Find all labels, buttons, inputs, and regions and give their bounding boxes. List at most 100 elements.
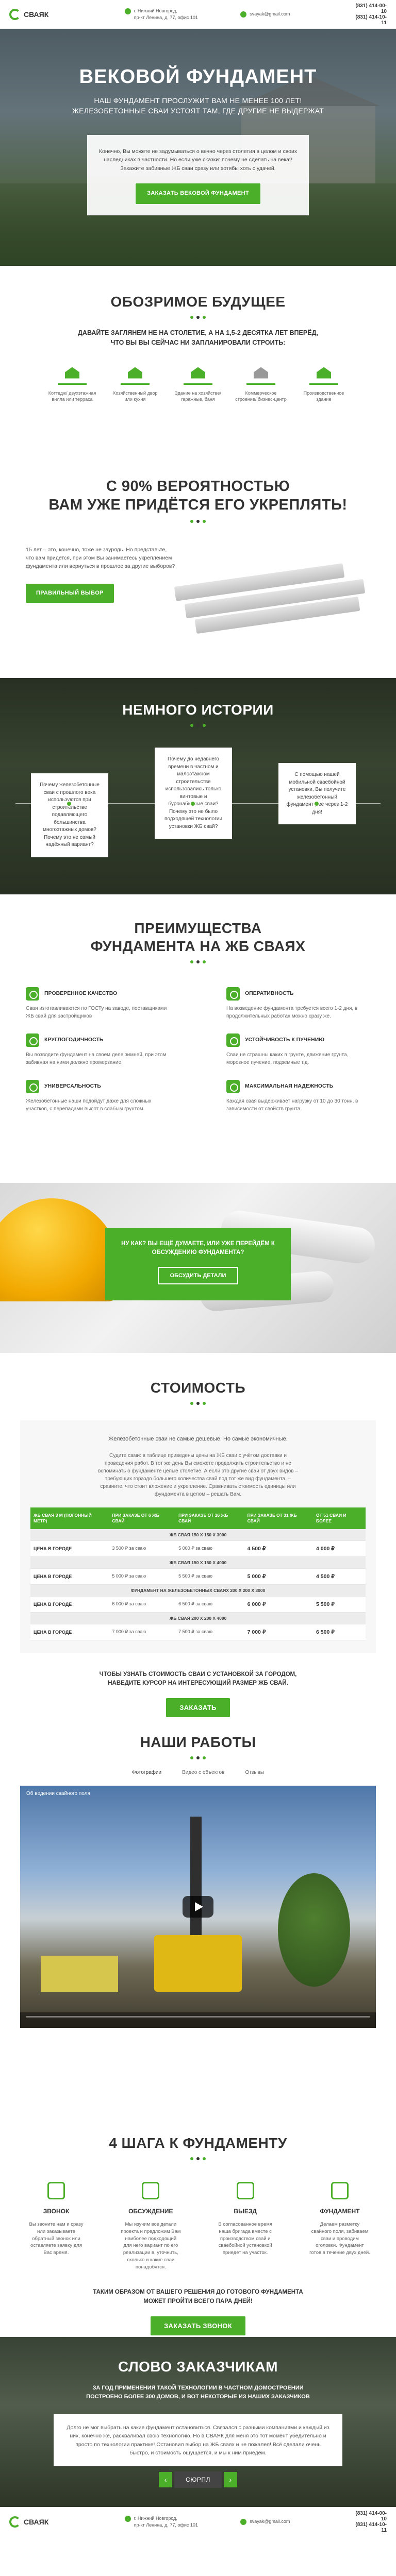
discuss-question: НУ КАК? ВЫ ЕЩЁ ДУМАЕТЕ, ИЛИ УЖЕ ПЕРЕЙДЁМ… (121, 1241, 275, 1256)
header-phones: (831) 414-00-10 (831) 414-10-11 (351, 3, 387, 26)
discuss-cta-section: НУ КАК? ВЫ ЕЩЁ ДУМАЕТЕ, ИЛИ УЖЕ ПЕРЕЙДЁМ… (0, 1183, 396, 1353)
video-player[interactable]: Об ведении свайного поля (20, 1786, 376, 2028)
advantage-title: КРУГЛОГОДИЧНОСТЬ (44, 1037, 104, 1043)
order-foundation-button[interactable]: ЗАКАЗАТЬ ВЕКОВОЙ ФУНДАМЕНТ (136, 183, 260, 204)
stability-icon (226, 1033, 240, 1047)
prev-arrow-icon[interactable]: ‹ (159, 2472, 173, 2488)
phone-link[interactable]: (831) 414-00-10 (351, 2511, 387, 2522)
price-table-header: ОТ 51 СВАИ И БОЛЕЕ (313, 1507, 366, 1529)
building-type-item: Здание на хозяйстве/ гаражные, баня (172, 364, 224, 403)
table-row[interactable]: ЦЕНА В ГОРОДЕ 3 500 ₽ за сваю 5 000 ₽ за… (30, 1540, 366, 1557)
reviews-lead: ЗА ГОД ПРИМЕНЕНИЯ ТАКОЙ ТЕХНОЛОГИИ В ЧАС… (0, 2384, 396, 2401)
discuss-details-button[interactable]: ОБСУДИТЬ ДЕТАЛИ (157, 1266, 239, 1284)
timeline-dot (190, 801, 196, 807)
advantage-title: ОПЕРАТИВНОСТЬ (245, 990, 294, 997)
table-cell: 6 500 ₽ (313, 1624, 366, 1640)
review-author-button[interactable]: СЮРПЛ (174, 2471, 222, 2488)
history-card: С помощью нашей мобильной сваебойной уст… (278, 763, 356, 824)
next-arrow-icon[interactable]: › (223, 2472, 237, 2488)
reviews-lead-line: ПОСТРОЕНО БОЛЕЕ 300 ДОМОВ, И ВОТ НЕКОТОР… (86, 2393, 310, 2400)
order-call-button[interactable]: ЗАКАЗАТЬ ЗВОНОК (151, 2316, 245, 2335)
order-button[interactable]: ЗАКАЗАТЬ (166, 1698, 230, 1718)
tab-reviews[interactable]: Отзывы (245, 1770, 264, 1775)
building-type-item: Коммерческое строение/ бизнес-центр (235, 364, 287, 403)
table-cell: 7 000 ₽ (244, 1624, 314, 1640)
barn-icon (121, 364, 150, 385)
review-text: Долго не мог выбрать на какие фундамент … (67, 2425, 329, 2456)
chat-icon (120, 2179, 181, 2202)
discuss-cta-box: НУ КАК? ВЫ ЕЩЁ ДУМАЕТЕ, ИЛИ УЖЕ ПЕРЕЙДЁМ… (105, 1228, 291, 1300)
universal-icon (26, 1080, 39, 1093)
future-lead: ДАВАЙТЕ ЗАГЛЯНЕМ НЕ НА СТОЛЕТИЕ, А НА 1,… (21, 328, 375, 348)
footer-email[interactable]: svayak@gmail.com (240, 2518, 351, 2525)
future-lead-line: ДАВАЙТЕ ЗАГЛЯНЕМ НЕ НА СТОЛЕТИЕ, А НА 1,… (78, 329, 318, 336)
hero-box-text: Конечно, Вы можете не задумываться о веч… (98, 148, 298, 172)
history-card-text: Почему до недавнего времени в частном и … (164, 756, 223, 829)
table-row[interactable]: ЦЕНА В ГОРОДЕ 7 000 ₽ за сваю 7 500 ₽ за… (30, 1624, 366, 1640)
advantages-title: ПРЕИМУЩЕСТВА ФУНДАМЕНТА НА ЖБ СВАЯХ (21, 919, 375, 955)
step-text: Вы звоните нам и сразу или заказываете о… (29, 2222, 84, 2256)
probability-title-line: С 90% ВЕРОЯТНОСТЬЮ (106, 478, 290, 495)
industry-icon (309, 364, 338, 385)
price-group-label: ЖБ СВАЯ 150 Х 150 Х 3000 (30, 1529, 366, 1541)
hero-subtitle-line: ЖЕЛЕЗОБЕТОННЫЕ СВАИ УСТОЯТ ТАМ, ГДЕ ДРУГ… (72, 107, 324, 115)
phone-link[interactable]: (831) 414-10-11 (351, 2522, 387, 2533)
table-row[interactable]: ЦЕНА В ГОРОДЕ 5 000 ₽ за сваю 5 500 ₽ за… (30, 1568, 366, 1585)
logo-text: СВАЯК (24, 10, 49, 19)
logo-icon (9, 8, 21, 20)
advantage-item: МАКСИМАЛЬНАЯ НАДЕЖНОСТЬ Каждая свая выде… (226, 1080, 370, 1113)
table-cell: 4 500 ₽ (313, 1568, 366, 1585)
phone-link[interactable]: (831) 414-10-11 (351, 14, 387, 26)
history-title: НЕМНОГО ИСТОРИИ (122, 702, 274, 718)
table-cell: ЦЕНА В ГОРОДЕ (30, 1596, 109, 1613)
advantage-text: Сваи изготавливаются по ГОСТу на заводе,… (26, 1006, 167, 1019)
logo[interactable]: СВАЯК (9, 8, 125, 20)
table-row[interactable]: ЦЕНА В ГОРОДЕ 6 000 ₽ за сваю 6 500 ₽ за… (30, 1596, 366, 1613)
video-progress-bar[interactable] (26, 2016, 370, 2018)
logo-icon (9, 2516, 21, 2528)
price-group-row: ЖБ СВАЯ 150 Х 150 Х 3000 (30, 1529, 366, 1541)
step-title: ВЫЕЗД (234, 2208, 257, 2215)
table-cell: 4 500 ₽ (244, 1540, 314, 1557)
price-group-row: ЖБ СВАЯ 200 Х 200 Х 4000 (30, 1612, 366, 1624)
advantages-section: ПРЕИМУЩЕСТВА ФУНДАМЕНТА НА ЖБ СВАЯХ ПРОВ… (0, 894, 396, 1183)
site-footer: СВАЯК г. Нижний Новгород, пр-кт Ленина, … (0, 2507, 396, 2536)
cost-section: СТОИМОСТЬ Железобетонные сваи не самые д… (0, 1353, 396, 1718)
header-email[interactable]: svayak@gmail.com (240, 11, 351, 18)
piles-image (174, 554, 375, 634)
advantage-text: Каждая свая выдерживает нагрузку от 10 д… (226, 1098, 358, 1112)
price-group-label: ЖБ СВАЯ 200 Х 200 Х 4000 (30, 1612, 366, 1624)
future-title: ОБОЗРИМОЕ БУДУЩЕЕ (110, 294, 286, 310)
play-icon[interactable] (183, 1896, 213, 1918)
steps-result: ТАКИМ ОБРАЗОМ ОТ ВАШЕГО РЕШЕНИЯ ДО ГОТОВ… (21, 2288, 375, 2306)
works-title: НАШИ РАБОТЫ (140, 1734, 256, 1750)
advantage-item: УСТОЙЧИВОСТЬ К ПУЧЕНИЮ Сваи не страшны к… (226, 1033, 370, 1066)
email-link[interactable]: svayak@gmail.com (250, 2518, 290, 2524)
advantage-title: УСТОЙЧИВОСТЬ К ПУЧЕНИЮ (245, 1037, 325, 1043)
video-title: Об ведении свайного поля (26, 1791, 90, 1797)
address-line: пр-кт Ленина, д. 77, офис 101 (134, 2522, 198, 2528)
timeline-dot (314, 801, 320, 807)
phone-link[interactable]: (831) 414-00-10 (351, 3, 387, 14)
section-dots (21, 960, 375, 963)
table-cell: 4 000 ₽ (313, 1540, 366, 1557)
table-cell: 5 000 ₽ за сваю (109, 1568, 176, 1585)
address-line: г. Нижний Новгород, (134, 8, 177, 14)
works-tabs: Фотографии Видео с объектов Отзывы (0, 1770, 396, 1775)
price-group-row: ЖБ СВАЯ 150 Х 150 Х 4000 (30, 1556, 366, 1569)
advantage-title: ПРОВЕРЕННОЕ КАЧЕСТВО (44, 990, 118, 997)
building-type-text: Коммерческое строение/ бизнес-центр (235, 390, 287, 402)
warehouse-icon (246, 364, 275, 385)
email-link[interactable]: svayak@gmail.com (250, 11, 290, 17)
table-cell: 5 000 ₽ (244, 1568, 314, 1585)
hero-title: ВЕКОВОЙ ФУНДАМЕНТ (79, 66, 317, 88)
footer-logo[interactable]: СВАЯК (9, 2516, 125, 2528)
step-text: Делаем разметку свайного поля, забиваем … (309, 2222, 370, 2256)
outbuilding-icon (184, 364, 212, 385)
step-title: ФУНДАМЕНТ (320, 2208, 360, 2215)
right-choice-button[interactable]: ПРАВИЛЬНЫЙ ВЫБОР (26, 584, 114, 603)
tab-photos[interactable]: Фотографии (132, 1770, 161, 1775)
tab-videos[interactable]: Видео с объектов (182, 1770, 224, 1775)
probability-text-block: 15 лет – это, конечно, тоже не заурядь. … (21, 546, 175, 603)
logo-text: СВАЯК (24, 2517, 49, 2526)
